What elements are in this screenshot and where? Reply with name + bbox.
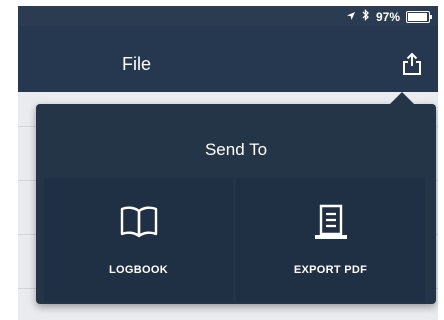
battery-level-fill	[408, 12, 427, 21]
send-to-popover: Send To LOGBOOK EXPORT PDF	[36, 92, 436, 304]
bluetooth-icon	[362, 8, 370, 24]
logbook-label: LOGBOOK	[109, 264, 168, 276]
popover-title: Send To	[204, 140, 268, 159]
navigation-bar: File	[18, 26, 438, 92]
location-icon	[346, 10, 356, 24]
app-screen: 97% File Send To LOGBOOK EXPORT PDF	[18, 6, 438, 320]
battery-percentage: 97%	[375, 9, 400, 24]
share-button[interactable]	[400, 52, 424, 76]
status-bar: 97%	[18, 6, 438, 26]
export-pdf-option[interactable]: EXPORT PDF	[236, 178, 425, 302]
export-pdf-label: EXPORT PDF	[293, 264, 368, 276]
document-icon	[309, 198, 353, 246]
battery-icon	[406, 10, 432, 23]
popover-arrow	[390, 92, 414, 104]
status-indicators: 97%	[346, 8, 432, 24]
page-title: File	[122, 54, 152, 74]
book-icon	[119, 198, 159, 246]
share-icon	[403, 52, 421, 75]
logbook-option[interactable]: LOGBOOK	[44, 178, 233, 302]
